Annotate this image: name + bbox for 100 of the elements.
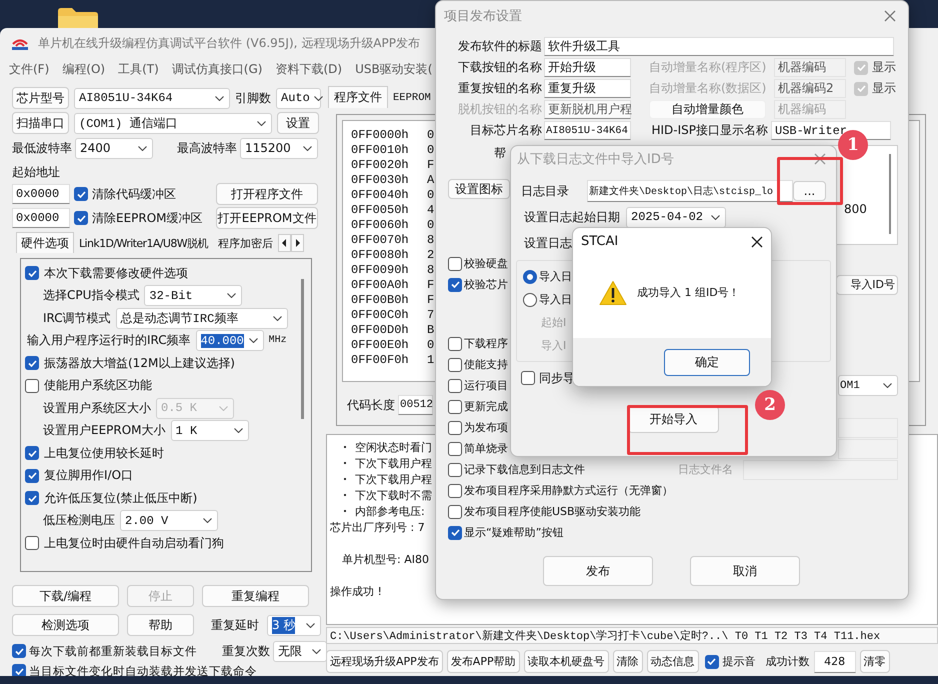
label: 低压检测电压 bbox=[43, 512, 115, 530]
toolbar-button[interactable]: 动态信息 bbox=[646, 650, 699, 673]
log-line: 空闲状态时看门 bbox=[355, 440, 432, 454]
field-label: 下载按钮的名称 bbox=[457, 59, 543, 76]
label: 选择CPU指令模式 bbox=[43, 287, 140, 304]
toolbar-button[interactable]: 读取本机硬盘号 bbox=[524, 650, 609, 673]
log-line: 下次下载用户程 bbox=[355, 456, 432, 470]
dialog-button[interactable]: 发布 bbox=[543, 556, 653, 586]
message-text: 成功导入 1 组ID号！ bbox=[637, 285, 740, 300]
data-cell: 0 bbox=[427, 218, 434, 232]
set-icon-button[interactable]: 设置图标 bbox=[448, 179, 510, 199]
input-field[interactable]: 428 bbox=[814, 650, 856, 672]
action-button[interactable]: 下载/编程 bbox=[12, 585, 119, 607]
data-cell: F bbox=[427, 158, 434, 172]
address-cell-text: 0FF0080h bbox=[351, 248, 410, 262]
data-cell: 0 bbox=[427, 338, 434, 352]
input-field[interactable]: 40.000 bbox=[196, 330, 264, 352]
tab[interactable]: 程序加密后 bbox=[212, 232, 278, 253]
field-label: 脱机按钮的名称 bbox=[457, 101, 543, 118]
checkbox-label: 提示音 bbox=[722, 654, 756, 669]
dropdown[interactable]: AI8051U-34K64 bbox=[74, 88, 230, 108]
input-field[interactable]: 机器编码2 bbox=[774, 79, 846, 98]
menu-item[interactable]: 工具(T) bbox=[118, 60, 159, 78]
menu-item[interactable]: USB驱动安装( bbox=[355, 60, 432, 78]
action-button[interactable]: 检测选项 bbox=[12, 614, 119, 636]
menu-item[interactable]: 资料下载(D) bbox=[275, 60, 342, 78]
tab[interactable]: 硬件选项 bbox=[16, 232, 74, 253]
dropdown[interactable]: 1 K bbox=[170, 420, 249, 442]
dropdown[interactable]: 2025-04-02 bbox=[626, 206, 726, 228]
checkbox-label: 简单烧录 bbox=[464, 441, 508, 456]
data-cell: 1 bbox=[427, 352, 434, 366]
window-title: 单片机在线升级编程仿真调试平台软件 (V6.95J), 远程现场升级APP发布 bbox=[38, 34, 420, 52]
settings-button[interactable]: 设置 bbox=[277, 112, 319, 134]
checkbox-label: 本次下载需要修改硬件选项 bbox=[44, 264, 188, 282]
data-cell: A bbox=[427, 172, 434, 186]
address-cell-text: 0FF00E0h bbox=[351, 338, 410, 352]
dropdown[interactable]: 总是动态调节IRC频率 bbox=[116, 308, 288, 329]
input-field[interactable]: 重复升级 bbox=[544, 79, 631, 98]
checkbox-label: 振荡器放大增益(12M以上建议选择) bbox=[44, 354, 235, 372]
input-field[interactable]: 新建文件夹\Desktop\日志\stcisp_lo bbox=[587, 180, 793, 202]
checkbox-label: 清除代码缓冲区 bbox=[92, 186, 177, 202]
radio-label: 导入日 bbox=[539, 292, 572, 307]
start-import-button[interactable]: 开始导入 bbox=[628, 406, 719, 433]
input-field[interactable]: 0x0000 bbox=[12, 184, 70, 204]
toolbar-button[interactable]: 远程现场升级APP发布 bbox=[326, 650, 443, 673]
label: MHz bbox=[268, 335, 287, 346]
dropdown[interactable]: 115200 bbox=[240, 138, 318, 158]
input-field[interactable]: 00512 bbox=[398, 395, 433, 415]
data-cell: F bbox=[427, 292, 434, 306]
dropdown[interactable]: 2400 bbox=[75, 138, 153, 158]
dropdown[interactable]: 无限 bbox=[273, 640, 327, 662]
dropdown[interactable]: Auto bbox=[276, 88, 321, 108]
dropdown[interactable]: 32-Bit bbox=[144, 285, 242, 306]
log-line: 单片机型号: AI80 bbox=[342, 552, 429, 566]
menu-item[interactable]: 文件(F) bbox=[9, 60, 50, 78]
field-label: HID-ISP接口显示名称 bbox=[650, 122, 769, 139]
dropdown[interactable]: 2.00 V bbox=[120, 510, 218, 532]
reset-button[interactable]: 清零 bbox=[860, 650, 890, 673]
checkbox-label: 为发布项 bbox=[464, 420, 508, 435]
dropdown[interactable]: OM1 bbox=[838, 375, 898, 396]
address-cell-text: 0FF0030h bbox=[351, 172, 410, 186]
label: 起始I bbox=[541, 315, 566, 330]
checkbox-label: 下载程序 bbox=[464, 336, 508, 351]
menu-item[interactable]: 调试仿真接口(G) bbox=[172, 60, 262, 78]
dropdown[interactable]: 3 秒 bbox=[267, 614, 321, 636]
import-id-button[interactable]: 导入ID号 bbox=[836, 274, 898, 294]
radio-label: 导入日 bbox=[539, 269, 572, 284]
label: 设置日志起始日期 bbox=[524, 208, 621, 226]
input-field[interactable]: 开始升级 bbox=[544, 58, 631, 77]
dialog-button[interactable]: 取消 bbox=[690, 556, 800, 586]
checkbox-label: 使能用户系统区功能 bbox=[44, 377, 152, 394]
field-label: 发布软件的标题 bbox=[457, 38, 543, 55]
file-path: C:\Users\Administrator\新建文件夹\Desktop\学习打卡\cube\定时?..\ T0 T1 T2 T3 T4 T11.hex bbox=[326, 627, 938, 644]
action-button[interactable]: 重复编程 bbox=[202, 585, 309, 607]
tab[interactable]: Link1D/Writer1A/U8W脱机 bbox=[74, 232, 213, 253]
field-label: 自动增量名称(程序区) bbox=[649, 59, 768, 76]
address-cell-text: 0FF00C0h bbox=[351, 308, 410, 322]
checkbox-label: 校验硬盘 bbox=[464, 256, 508, 271]
open-file-button[interactable]: 打开EEPROM文件 bbox=[216, 207, 318, 229]
dropdown[interactable]: (COM1) 通信端口 bbox=[74, 112, 272, 134]
input-field[interactable]: 软件升级工具 bbox=[544, 37, 894, 56]
tab[interactable]: 程序文件 bbox=[328, 86, 388, 108]
checkbox-label: 复位脚用作I/O口 bbox=[44, 467, 134, 484]
menu-item[interactable]: 编程(O) bbox=[62, 60, 106, 78]
open-file-button[interactable]: 打开程序文件 bbox=[216, 183, 318, 205]
tab[interactable]: EEPROM bbox=[389, 86, 435, 108]
dialog-title: 从下载日志文件中导入ID号 bbox=[517, 151, 674, 168]
action-button[interactable]: 帮助 bbox=[127, 614, 194, 636]
input-field[interactable]: 机器编码 bbox=[774, 58, 846, 77]
data-cell: 0 bbox=[427, 142, 434, 156]
checkbox-label: 上电复位时由硬件自动启动看门狗 bbox=[44, 534, 224, 552]
toolbar-button[interactable]: 发布APP帮助 bbox=[446, 650, 520, 673]
input-field[interactable]: 0x0000 bbox=[12, 208, 70, 228]
browse-button[interactable]: ... bbox=[793, 181, 826, 201]
ok-button[interactable]: 确定 bbox=[664, 348, 750, 376]
input-field[interactable]: AI8051U-34K64 bbox=[544, 121, 631, 140]
scan-button[interactable]: 扫描串口 bbox=[12, 112, 69, 134]
toolbar-button[interactable]: 清除 bbox=[612, 650, 643, 673]
chip-button[interactable]: 芯片型号 bbox=[12, 87, 69, 109]
color-button[interactable]: 自动增量颜色 bbox=[649, 100, 766, 119]
